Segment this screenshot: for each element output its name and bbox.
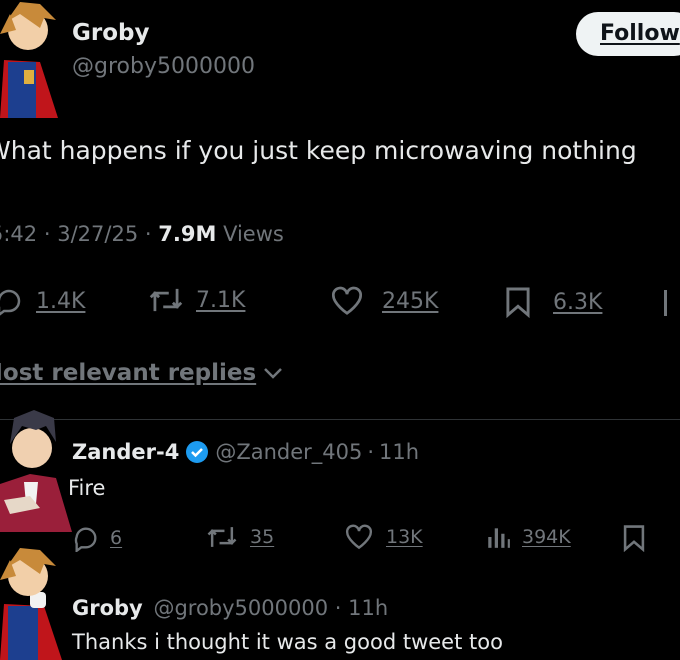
tweet-text: What happens if you just keep microwavin… [0, 136, 637, 165]
reply-avatar[interactable] [0, 540, 66, 660]
reply-text: Thanks i thought it was a good tweet too [72, 630, 503, 654]
replies-sort-label: Most relevant replies [0, 360, 257, 386]
reply-avatar[interactable] [0, 404, 72, 532]
verified-badge-icon [186, 441, 209, 463]
follow-button[interactable]: Follow [576, 12, 680, 56]
reply-header: Groby @groby5000000 · 11h [72, 596, 388, 620]
bookmark-count: 6.3K [553, 289, 603, 315]
tweet-meta: 5:42 · 3/27/25 · 7.9M Views [0, 222, 284, 246]
reply-repost-count: 35 [250, 526, 275, 548]
reply-reply-count: 6 [110, 527, 123, 549]
meta-separator: · [144, 222, 152, 246]
reply-like-count: 13K [386, 526, 423, 548]
tweet-time[interactable]: 5:42 [0, 222, 37, 246]
views-label: Views [223, 222, 284, 246]
reply-bookmark-button[interactable] [622, 524, 646, 556]
reply-time[interactable]: 11h [348, 596, 388, 620]
reply-views-stat[interactable]: 394K [484, 524, 571, 550]
author-handle[interactable]: @groby5000000 [72, 54, 255, 79]
reply-author-handle[interactable]: @Zander_405 [215, 440, 362, 464]
like-stat[interactable]: 245K [330, 286, 438, 316]
reply-text: Fire [68, 476, 106, 500]
analytics-icon [488, 528, 510, 548]
bookmark-stat[interactable]: 6.3K [505, 286, 602, 318]
share-icon[interactable] [664, 290, 667, 316]
reply-reply-stat[interactable]: 6 [72, 524, 122, 552]
reply-header: Zander-4 @Zander_405 · 11h [72, 440, 419, 464]
replies-sort-dropdown[interactable]: Most relevant replies [0, 360, 286, 386]
reply-icon [0, 289, 21, 316]
heart-icon [332, 286, 362, 315]
reply-author-handle[interactable]: @groby5000000 [153, 596, 328, 620]
reply-views-count: 394K [522, 526, 571, 548]
repost-icon [149, 288, 183, 312]
reply-time[interactable]: 11h [379, 440, 419, 464]
divider [0, 419, 680, 420]
reply-icon [74, 527, 97, 552]
chevron-down-icon [264, 368, 283, 379]
reply-author-name[interactable]: Zander-4 [72, 440, 179, 464]
bookmark-icon [506, 287, 530, 318]
author-avatar[interactable] [0, 0, 62, 118]
reply-stat[interactable]: 1.4K [0, 286, 85, 316]
repost-icon [207, 527, 237, 547]
reply-repost-stat[interactable]: 35 [206, 524, 274, 550]
like-count: 245K [382, 288, 439, 314]
bookmark-icon [623, 525, 645, 553]
tweet-date[interactable]: 3/27/25 [57, 222, 138, 246]
repost-stat[interactable]: 7.1K [148, 286, 245, 314]
reply-author-name[interactable]: Groby [72, 596, 143, 620]
reply-count: 1.4K [36, 288, 86, 314]
views-count: 7.9M [158, 222, 217, 246]
meta-separator: · [367, 440, 375, 464]
heart-icon [346, 524, 372, 550]
reply-like-stat[interactable]: 13K [344, 524, 423, 550]
repost-count: 7.1K [196, 287, 246, 313]
meta-separator: · [334, 596, 342, 620]
author-name[interactable]: Groby [72, 20, 149, 46]
meta-separator: · [43, 222, 51, 246]
